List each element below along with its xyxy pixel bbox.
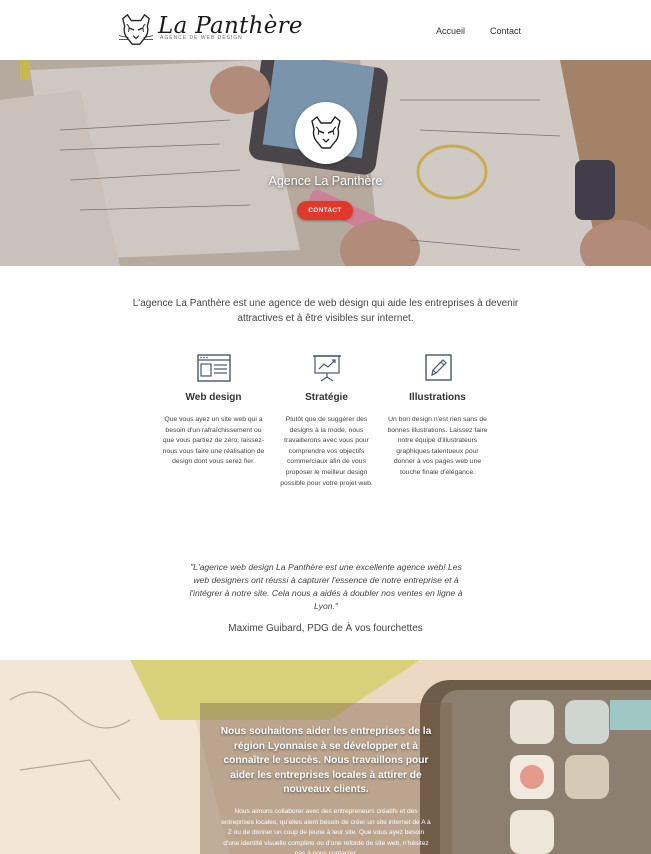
- about-body-text: Nous aimons collaborer avec des entrepre…: [221, 808, 431, 854]
- about-text-box: Nous souhaitons aider les entreprises de…: [200, 703, 452, 854]
- service-description: Plutôt que de suggérer des designs à la …: [280, 416, 373, 487]
- pencil-edit-icon: [424, 354, 452, 381]
- service-illustrations: Illustrations Un bon design n'est rien s…: [386, 354, 489, 479]
- service-web-design: Web design Que vous ayez un site web qui…: [162, 354, 265, 468]
- about-headline: Nous souhaitons aider les entreprises de…: [220, 726, 432, 795]
- service-title: Web design: [185, 392, 242, 403]
- service-title: Illustrations: [409, 392, 466, 403]
- web-design-icon: [196, 354, 231, 382]
- hero-logo-badge: [295, 102, 357, 164]
- service-strategie: Stratégie Plutôt que de suggérer des des…: [275, 354, 378, 489]
- brand-logo-link[interactable]: La Panthère agence de web design: [117, 13, 303, 47]
- about-section: Nous souhaitons aider les entreprises de…: [0, 660, 651, 854]
- testimonial-quote: "L'agence web design La Panthère est une…: [189, 562, 463, 611]
- service-title: Stratégie: [305, 392, 348, 403]
- panther-logo-icon: [118, 13, 154, 45]
- hero-contact-button[interactable]: CONTACT: [297, 201, 353, 220]
- testimonial-author: Maxime Guibard, PDG de À vos fourchettes: [228, 623, 423, 634]
- service-description: Que vous ayez un site web qui a besoin d…: [162, 416, 265, 466]
- brand-text: La Panthère agence de web design: [158, 13, 303, 41]
- panther-logo-icon: [311, 115, 341, 149]
- strategy-chart-icon: [312, 355, 341, 382]
- main-nav: Accueil Contact: [436, 26, 521, 36]
- intro-text: L'agence La Panthère est une agence de w…: [132, 298, 519, 324]
- hero-section: Agence La Panthère CONTACT: [0, 60, 651, 266]
- nav-link-accueil[interactable]: Accueil: [436, 26, 465, 36]
- navbar: La Panthère agence de web design Accueil…: [0, 0, 651, 60]
- service-description: Un bon design n'est rien sans de bonnes …: [387, 416, 488, 476]
- hero-title: Agence La Panthère: [268, 174, 383, 188]
- nav-link-contact[interactable]: Contact: [490, 26, 521, 36]
